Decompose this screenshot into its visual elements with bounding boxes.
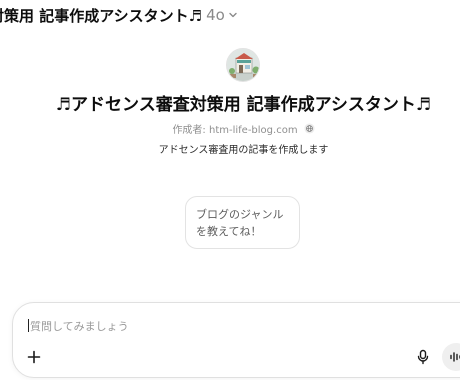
globe-icon[interactable] xyxy=(304,123,315,134)
gpt-creator: 作成者: htm-life-blog.com xyxy=(0,121,460,136)
microphone-icon[interactable] xyxy=(413,347,433,367)
gpt-model-selector[interactable]: 対策用 記事作成アシスタント♬ 4o xyxy=(0,4,239,26)
gpt-name: ♬アドセンス審査対策用 記事作成アシスタント♬ xyxy=(55,95,432,115)
voice-waveform-icon[interactable] xyxy=(442,343,460,371)
chat-page: 対策用 記事作成アシスタント♬ 4o ♬アドセンス審査対策用 記事作成アシスタン… xyxy=(0,0,460,380)
chevron-down-icon xyxy=(227,9,239,21)
gpt-description: アドセンス審査用の記事を作成します xyxy=(158,145,329,156)
message-composer xyxy=(12,302,460,378)
conversation-starter[interactable]: ブログのジャンルを教えてね！ xyxy=(185,196,300,249)
starter-text: ブログのジャンルを教えてね！ xyxy=(196,208,284,238)
plus-icon[interactable] xyxy=(24,347,44,367)
message-input[interactable] xyxy=(30,316,410,336)
gpt-avatar xyxy=(226,48,260,82)
text-cursor xyxy=(28,319,29,332)
model-label: 4o xyxy=(206,6,225,24)
creator-label: 作成者: htm-life-blog.com xyxy=(172,125,298,136)
header-title: 対策用 記事作成アシスタント♬ xyxy=(0,6,203,25)
